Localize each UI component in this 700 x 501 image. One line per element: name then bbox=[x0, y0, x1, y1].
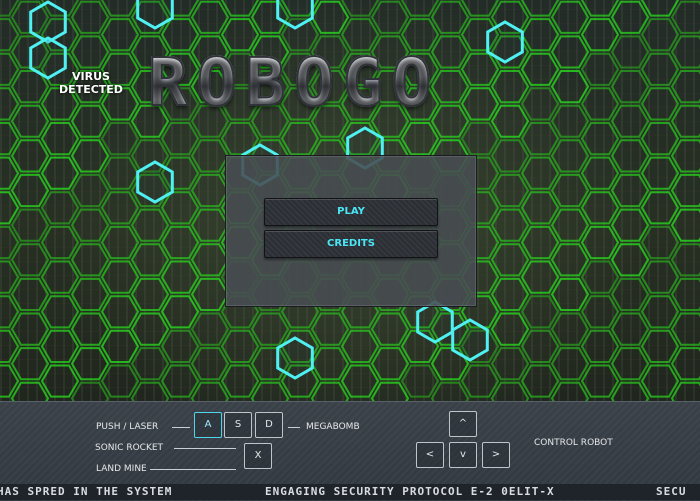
arrow-down-key[interactable]: v bbox=[449, 442, 477, 468]
highlight-hex bbox=[136, 0, 174, 30]
push-laser-connector bbox=[172, 427, 190, 428]
game-logo: ROBOGO bbox=[147, 49, 548, 117]
arrow-up-key[interactable]: ^ bbox=[449, 411, 477, 437]
credits-button[interactable]: CREDITS bbox=[264, 230, 438, 258]
play-button[interactable]: PLAY bbox=[264, 198, 438, 226]
highlight-hex bbox=[29, 0, 67, 44]
highlight-hex bbox=[276, 0, 314, 30]
push-laser-label: PUSH / LASER bbox=[96, 422, 159, 432]
ticker-segment-1: HAS SPRED IN THE SYSTEM bbox=[0, 485, 173, 498]
arrow-right-key[interactable]: > bbox=[482, 442, 510, 468]
key-x[interactable]: X bbox=[244, 443, 272, 469]
control-robot-label: CONTROL ROBOT bbox=[534, 438, 613, 448]
virus-label-line2: DETECTED bbox=[59, 83, 123, 96]
game-title: ROBOGO bbox=[147, 49, 548, 117]
virus-label-line1: VIRUS bbox=[72, 70, 110, 83]
highlight-hex bbox=[276, 336, 314, 380]
status-ticker: HAS SPRED IN THE SYSTEM ENGAGING SECURIT… bbox=[0, 484, 700, 500]
highlight-hex bbox=[136, 160, 174, 204]
main-menu-panel: PLAY CREDITS bbox=[225, 155, 477, 307]
megabomb-label: MEGABOMB bbox=[306, 422, 360, 432]
highlight-hex bbox=[416, 300, 454, 344]
land-mine-label: LAND MINE bbox=[96, 464, 147, 474]
sonic-rocket-connector bbox=[174, 448, 236, 449]
ticker-segment-3: SECU bbox=[656, 485, 687, 498]
ticker-segment-2: ENGAGING SECURITY PROTOCOL E-2 0ELIT-X bbox=[265, 485, 555, 498]
key-s[interactable]: S bbox=[224, 412, 252, 438]
arrow-left-key[interactable]: < bbox=[416, 442, 444, 468]
key-a[interactable]: A bbox=[194, 412, 222, 438]
land-mine-connector bbox=[150, 469, 236, 470]
megabomb-connector bbox=[288, 427, 300, 428]
sonic-rocket-label: SONIC ROCKET bbox=[95, 443, 164, 453]
highlight-hex bbox=[451, 318, 489, 362]
key-d[interactable]: D bbox=[255, 412, 283, 438]
virus-detected-label: VIRUS DETECTED bbox=[52, 70, 130, 96]
